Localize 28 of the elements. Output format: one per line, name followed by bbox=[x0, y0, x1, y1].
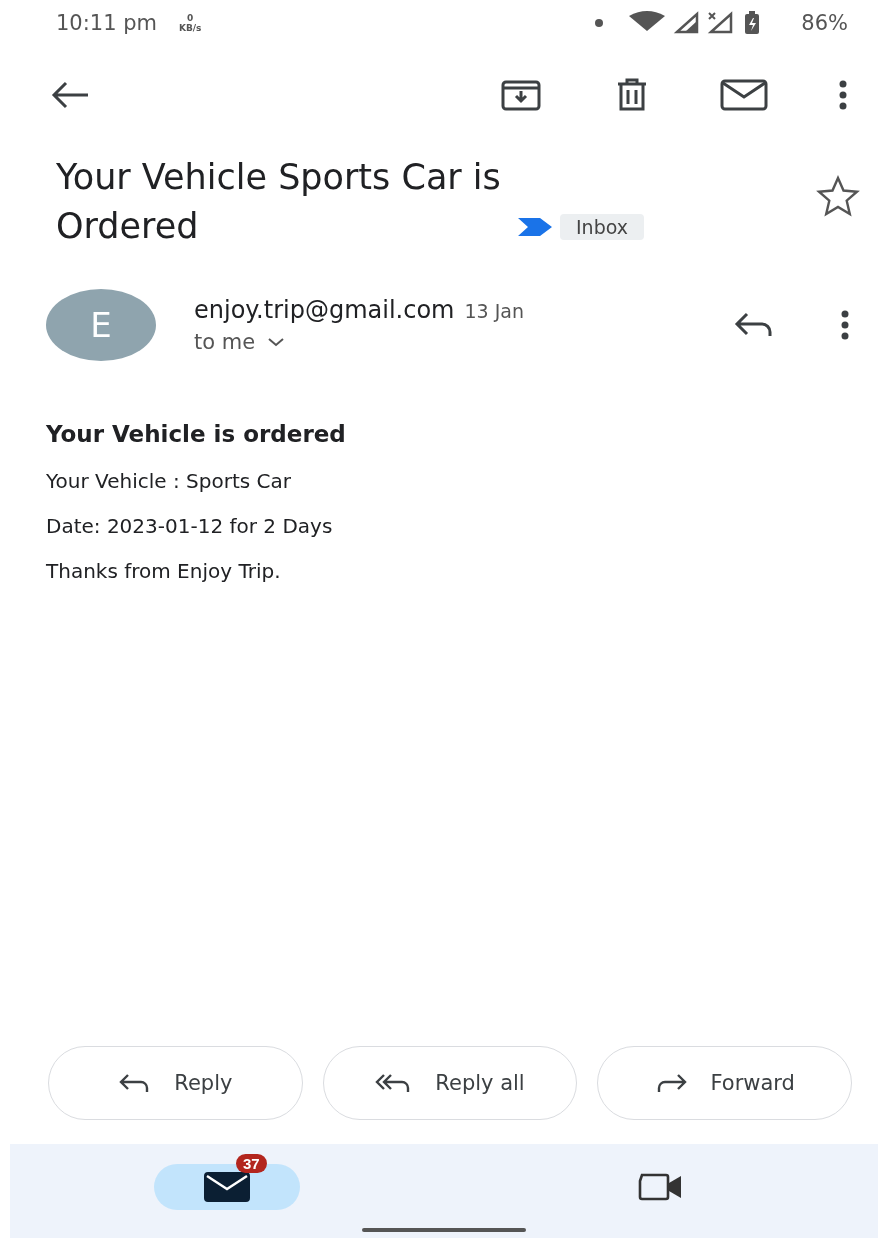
importance-marker-icon bbox=[516, 215, 554, 238]
mail-icon bbox=[204, 1172, 250, 1202]
body-line: Date: 2023-01-12 for 2 Days bbox=[46, 514, 334, 538]
battery-percent: 86% bbox=[801, 10, 848, 35]
sender-email: enjoy.trip@gmail.com bbox=[194, 296, 455, 324]
chevron-down-icon[interactable] bbox=[267, 337, 286, 347]
body-line: Your Vehicle : Sports Car bbox=[46, 469, 292, 493]
back-button[interactable] bbox=[50, 80, 90, 110]
status-time: 10:11 pm bbox=[56, 10, 157, 35]
body-heading: Your Vehicle is ordered bbox=[46, 421, 347, 447]
action-button[interactable]: Reply all bbox=[322, 1046, 578, 1120]
body-line: Thanks from Enjoy Trip. bbox=[46, 559, 282, 583]
sender-avatar: E bbox=[46, 289, 156, 361]
archive-button[interactable] bbox=[500, 78, 542, 112]
mark-unread-button[interactable] bbox=[720, 79, 768, 111]
star-button[interactable] bbox=[816, 175, 860, 217]
more-button[interactable] bbox=[838, 80, 848, 110]
inbox-label: Inbox bbox=[560, 213, 644, 240]
network-speed: 0 KB/s bbox=[179, 12, 202, 33]
email-subject: Your Vehicle Sports Car is Ordered bbox=[56, 156, 502, 248]
more-button[interactable] bbox=[840, 310, 850, 340]
action-button[interactable]: Reply bbox=[48, 1046, 303, 1120]
action-button[interactable]: Forward bbox=[597, 1046, 852, 1120]
recipient-text: to me bbox=[194, 330, 256, 354]
email-date: 13 Jan bbox=[464, 300, 524, 322]
unread-count-badge: 37 bbox=[236, 1154, 267, 1173]
video-camera-icon bbox=[638, 1173, 684, 1201]
nav-tab[interactable]: 37 bbox=[10, 1150, 444, 1218]
